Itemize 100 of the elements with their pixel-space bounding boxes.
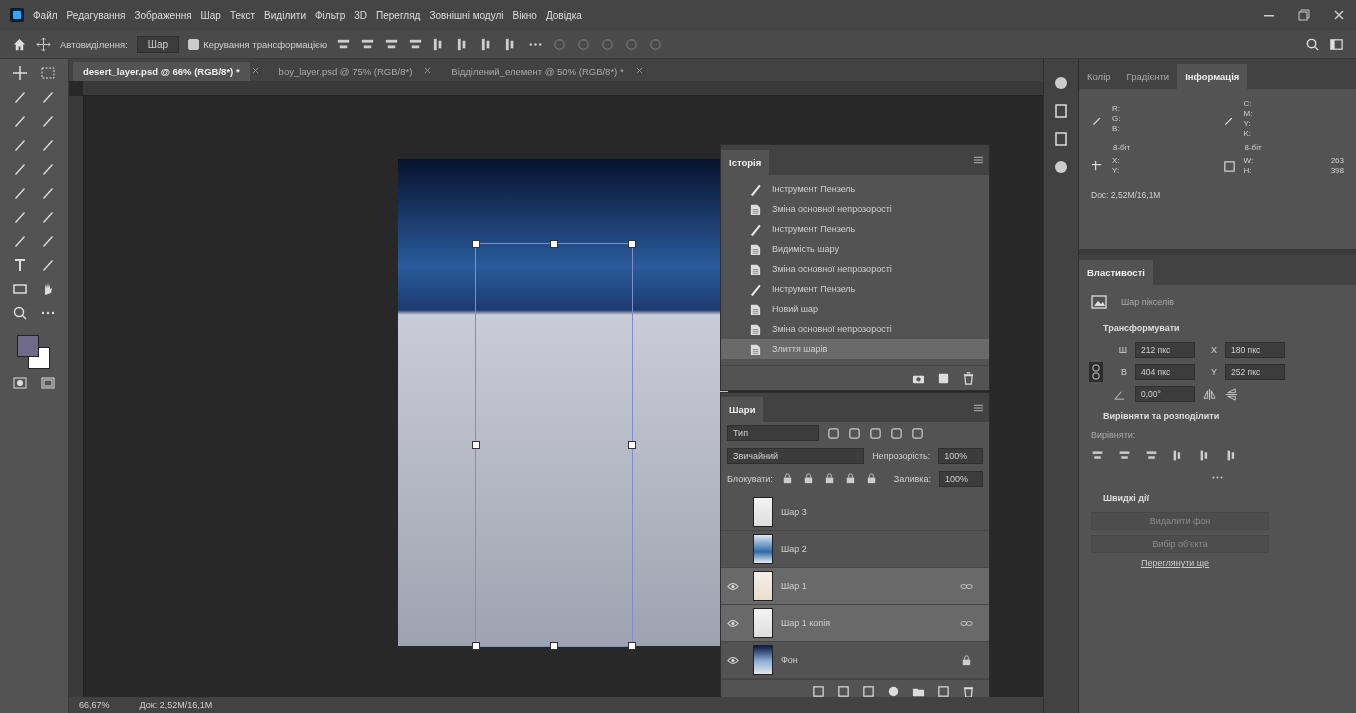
menu-item[interactable]: Текст	[229, 9, 256, 21]
layer-row[interactable]: Шар 1	[721, 568, 989, 606]
crosshair-icon	[1091, 159, 1104, 173]
checkbox[interactable]	[188, 38, 200, 50]
align-icon[interactable]	[1145, 449, 1158, 462]
panel-tab[interactable]: Градієнти	[1118, 64, 1178, 89]
history-item[interactable]: Видимість шару	[721, 239, 989, 259]
search-icon[interactable]	[1305, 36, 1320, 52]
layer-thumbnail	[753, 497, 773, 528]
new-document-icon[interactable]	[937, 371, 950, 385]
flip-vertical-icon[interactable]	[1225, 387, 1238, 401]
transform-box[interactable]	[475, 243, 633, 647]
bit-depth: 8-біт	[1112, 143, 1132, 152]
document-tab[interactable]: boy_layer.psd @ 75% (RGB/8*)	[268, 62, 423, 81]
menu-item[interactable]: Фільтр	[315, 9, 346, 21]
filter-icon[interactable]	[890, 426, 903, 440]
filter-dropdown[interactable]: Тип	[727, 425, 819, 441]
input-field[interactable]: 180 пкс	[1225, 342, 1285, 358]
eye-icon[interactable]	[727, 655, 739, 665]
document-tab[interactable]: Відділений_елемент @ 50% (RGB/8*) *	[441, 62, 634, 81]
layer-row[interactable]: Шар 1 копія	[721, 605, 989, 643]
history-item[interactable]: Інструмент Пензель	[721, 279, 989, 299]
history-item[interactable]: Інструмент Пензель	[721, 219, 989, 239]
menu-item[interactable]: Шар	[200, 9, 221, 21]
filter-icon[interactable]	[911, 426, 924, 440]
filter-icon[interactable]	[848, 426, 861, 440]
eye-icon[interactable]	[727, 581, 739, 591]
home-icon[interactable]	[12, 36, 27, 52]
flip-horizontal-icon[interactable]	[1203, 387, 1216, 401]
history-item[interactable]: Зміна основної непрозорості	[721, 319, 989, 339]
more-link[interactable]: Переглянути ще	[1141, 558, 1210, 568]
layers-panel-icon[interactable]	[1053, 103, 1069, 119]
comment-panel-icon[interactable]	[1053, 131, 1069, 147]
align-icon[interactable]	[1118, 449, 1131, 462]
layer-row[interactable]: Фон	[721, 642, 989, 680]
panel-tab[interactable]: Колір	[1079, 64, 1119, 89]
menu-item[interactable]: Виділити	[264, 9, 306, 21]
menu-item[interactable]: Редагування	[66, 9, 126, 21]
history-item[interactable]: Інструмент Пензель	[721, 179, 989, 199]
color-panel-icon[interactable]	[1053, 75, 1069, 91]
angle-field[interactable]: 0,00°	[1135, 386, 1195, 402]
input-field[interactable]: 212 пкс	[1135, 342, 1195, 358]
menu-item[interactable]: Зображення	[134, 9, 192, 21]
menu-item[interactable]: Довідка	[545, 9, 582, 21]
zoom-level[interactable]: 66,67%	[79, 700, 110, 710]
restore-icon[interactable]	[1297, 8, 1311, 22]
auto-select-dropdown[interactable]: Шар	[136, 35, 180, 53]
section-header[interactable]: Трансформувати	[1079, 319, 1356, 337]
opacity-field[interactable]: 100%	[938, 447, 983, 464]
lock-label: Блокувати:	[727, 473, 773, 484]
menu-item[interactable]: Вікно	[512, 9, 537, 21]
move-icon[interactable]	[36, 36, 51, 52]
menu-icon[interactable]	[974, 404, 983, 412]
history-item[interactable]: Злиття шарів	[721, 339, 989, 359]
input-field[interactable]: 252 пкс	[1225, 364, 1285, 380]
blend-mode-dropdown[interactable]: Звичайний	[727, 447, 865, 464]
input-field[interactable]: 404 пкс	[1135, 364, 1195, 380]
history-item[interactable]: Зміна основної непрозорості	[721, 199, 989, 219]
panel-tab[interactable]: Інформація	[1177, 64, 1248, 89]
layer-row[interactable]: Шар 3	[721, 494, 989, 532]
workspace-icon[interactable]	[1329, 36, 1344, 52]
close-icon[interactable]	[424, 67, 432, 74]
filter-icon[interactable]	[827, 426, 840, 440]
menu-icon[interactable]	[974, 156, 983, 164]
selection-size-icon	[1222, 159, 1236, 173]
trash-icon[interactable]	[962, 371, 975, 385]
move-tool-icon[interactable]	[12, 65, 28, 81]
cube-panel-icon[interactable]	[1053, 159, 1069, 175]
history-item[interactable]: Зміна основної непрозорості	[721, 259, 989, 279]
panel-tab[interactable]: Шари	[721, 396, 764, 422]
eye-icon[interactable]	[727, 618, 739, 628]
menu-item[interactable]: 3D	[354, 9, 368, 21]
zoom-tool-icon[interactable]	[12, 305, 28, 321]
panel-tab[interactable]: Історія	[721, 150, 770, 175]
quick-mask-icon[interactable]	[12, 375, 28, 391]
close-icon[interactable]	[635, 67, 643, 74]
menu-item[interactable]: Файл	[33, 9, 58, 21]
trash-icon[interactable]	[962, 685, 975, 697]
section-header[interactable]: Швидкі дії	[1079, 489, 1356, 507]
screen-mode-icon[interactable]	[40, 375, 56, 391]
panel-tab[interactable]: Властивості	[1079, 260, 1153, 285]
history-item[interactable]: Новий шар	[721, 299, 989, 319]
menu-item[interactable]: Зовнішні модулі	[429, 9, 504, 21]
document-tab[interactable]: desert_layer.psd @ 66% (RGB/8*) *	[73, 62, 250, 81]
fill-field[interactable]: 100%	[939, 470, 983, 487]
menu-item[interactable]: Перегляд	[376, 9, 421, 21]
section-header[interactable]: Вирівняти та розподілити	[1079, 407, 1356, 425]
color-swatches[interactable]	[15, 335, 53, 369]
align-icon[interactable]	[1091, 449, 1104, 462]
new-icon[interactable]	[937, 685, 950, 697]
marquee-tool-icon[interactable]	[40, 65, 56, 81]
brush-icon	[749, 222, 762, 236]
document-icon	[749, 302, 762, 316]
close-icon[interactable]	[1332, 8, 1346, 22]
adjust-icon[interactable]	[887, 685, 900, 697]
type-tool-icon[interactable]	[12, 257, 28, 273]
filter-icon[interactable]	[869, 426, 882, 440]
shape-tool-icon[interactable]	[12, 281, 28, 297]
close-icon[interactable]	[251, 67, 259, 74]
field-label: В	[1120, 367, 1127, 377]
